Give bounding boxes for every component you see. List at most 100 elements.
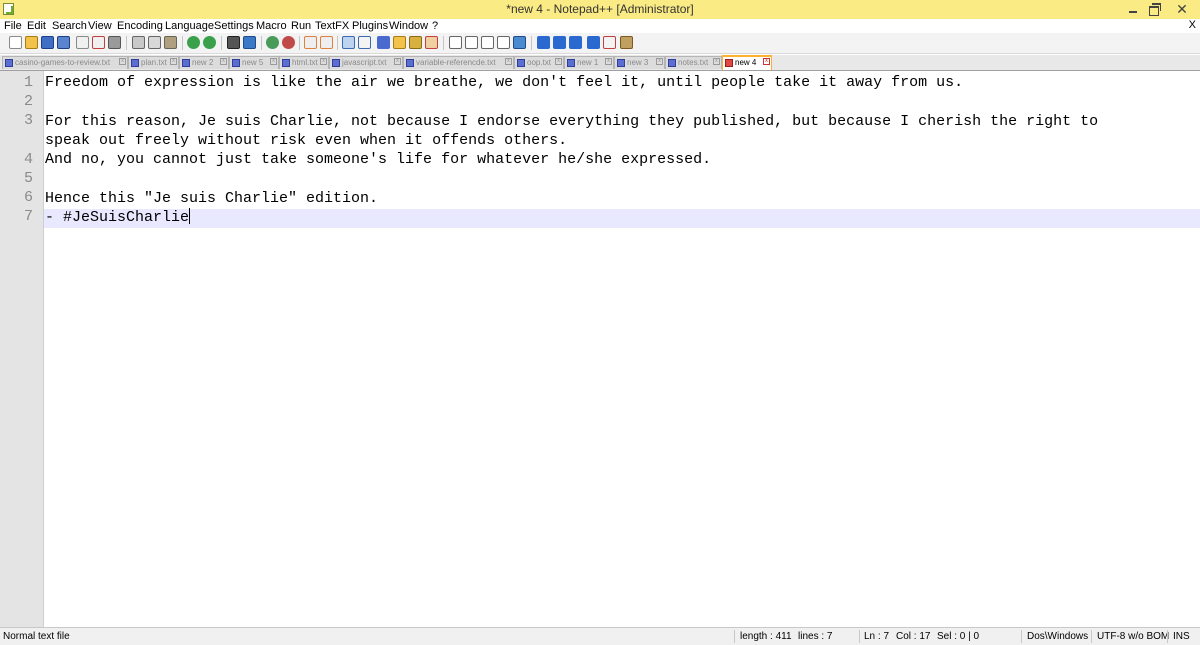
close-icon[interactable] (76, 36, 89, 49)
menu-textfx[interactable]: TextFX (315, 20, 349, 32)
close-tab-icon[interactable]: x (119, 58, 126, 65)
close-window-button[interactable]: ✕ (1170, 2, 1194, 16)
menu-language[interactable]: Language (165, 20, 214, 32)
tab-new-5[interactable]: new 5 x (229, 56, 279, 69)
menu-encoding[interactable]: Encoding (117, 20, 163, 32)
restore-icon[interactable] (1146, 2, 1162, 16)
menu-file[interactable]: File (4, 20, 22, 32)
move-down-icon[interactable] (553, 36, 566, 49)
tab-oop[interactable]: oop.txt x (514, 56, 564, 69)
indent-guide-icon[interactable] (377, 36, 390, 49)
menu-view[interactable]: View (88, 20, 112, 32)
close-all-icon[interactable] (92, 36, 105, 49)
tab-variable-referencde[interactable]: variable-referencde.txt x (403, 56, 514, 69)
title-bar: *new 4 - Notepad++ [Administrator] ✕ (0, 0, 1200, 20)
tab-html[interactable]: html.txt x (279, 56, 329, 69)
close-tab-icon[interactable]: x (763, 58, 770, 65)
function-list-icon[interactable] (425, 36, 438, 49)
tab-javascript[interactable]: javascript.txt x (329, 56, 403, 69)
copy-icon[interactable] (148, 36, 161, 49)
sync-vertical-icon[interactable] (304, 36, 317, 49)
sort-icon[interactable] (569, 36, 582, 49)
move-up-icon[interactable] (537, 36, 550, 49)
print-icon[interactable] (108, 36, 121, 49)
zoom-out-icon[interactable] (282, 36, 295, 49)
tab-new-4[interactable]: new 4 x (722, 55, 772, 70)
menu-run[interactable]: Run (291, 20, 311, 32)
close-tab-icon[interactable]: x (170, 58, 177, 65)
spellcheck-icon[interactable] (603, 36, 616, 49)
document-map-icon[interactable] (409, 36, 422, 49)
status-column: Col : 17 (896, 631, 931, 642)
tab-new-1[interactable]: new 1 x (564, 56, 614, 69)
line-number-gutter[interactable]: 1 2 3 4 5 6 7 (0, 71, 44, 627)
tab-new-2[interactable]: new 2 x (179, 56, 229, 69)
play-multiple-icon[interactable] (497, 36, 510, 49)
undo-icon[interactable] (187, 36, 200, 49)
close-tab-icon[interactable]: x (713, 58, 720, 65)
menu-settings[interactable]: Settings (214, 20, 254, 32)
editor-line: And no, you cannot just take someone's l… (45, 151, 712, 168)
document-icon (5, 59, 13, 67)
zoom-in-icon[interactable] (266, 36, 279, 49)
play-macro-icon[interactable] (481, 36, 494, 49)
close-tab-icon[interactable]: x (220, 58, 227, 65)
line-number: 3 (23, 112, 33, 129)
editor-line: For this reason, Je suis Charlie, not be… (45, 113, 1099, 130)
document-icon (131, 59, 139, 67)
menu-window[interactable]: Window (389, 20, 428, 32)
save-macro-icon[interactable] (513, 36, 526, 49)
editor-line-current: - #JeSuisCharlie (45, 208, 191, 227)
status-separator (859, 630, 860, 643)
status-file-type: Normal text file (3, 631, 70, 642)
sort-descending-icon[interactable] (587, 36, 600, 49)
menu-help[interactable]: ? (432, 20, 438, 32)
line-number: 2 (23, 93, 33, 110)
close-tab-icon[interactable]: x (270, 58, 277, 65)
close-document-button[interactable]: X (1189, 19, 1196, 31)
status-insert-mode[interactable]: INS (1173, 631, 1190, 642)
status-encoding[interactable]: UTF-8 w/o BOM (1097, 631, 1169, 642)
close-tab-icon[interactable]: x (605, 58, 612, 65)
show-all-chars-icon[interactable] (358, 36, 371, 49)
line-number: 4 (23, 151, 33, 168)
close-tab-icon[interactable]: x (656, 58, 663, 65)
folder-as-workspace-icon[interactable] (393, 36, 406, 49)
record-macro-icon[interactable] (449, 36, 462, 49)
menu-edit[interactable]: Edit (27, 20, 46, 32)
close-tab-icon[interactable]: x (555, 58, 562, 65)
unsaved-document-icon (725, 59, 733, 67)
tab-plan[interactable]: plan.txt x (128, 56, 179, 69)
status-eol-format[interactable]: Dos\Windows (1027, 631, 1088, 642)
find-icon[interactable] (227, 36, 240, 49)
open-file-icon[interactable] (25, 36, 38, 49)
status-separator (734, 630, 735, 643)
menu-macro[interactable]: Macro (256, 20, 287, 32)
toolbar-separator (261, 36, 262, 50)
save-icon[interactable] (41, 36, 54, 49)
sync-horizontal-icon[interactable] (320, 36, 333, 49)
minimize-icon[interactable] (1125, 2, 1141, 16)
document-icon (617, 59, 625, 67)
new-file-icon[interactable] (9, 36, 22, 49)
paste-icon[interactable] (164, 36, 177, 49)
cut-icon[interactable] (132, 36, 145, 49)
status-length: length : 411 (740, 631, 792, 642)
menu-plugins[interactable]: Plugins (352, 20, 388, 32)
plugin-icon[interactable] (620, 36, 633, 49)
close-tab-icon[interactable]: x (320, 58, 327, 65)
word-wrap-icon[interactable] (342, 36, 355, 49)
close-tab-icon[interactable]: x (505, 58, 512, 65)
tab-casino-games-to-review[interactable]: casino-games-to-review.txt x (2, 56, 128, 69)
close-tab-icon[interactable]: x (394, 58, 401, 65)
replace-icon[interactable] (243, 36, 256, 49)
redo-icon[interactable] (203, 36, 216, 49)
menu-search[interactable]: Search (52, 20, 87, 32)
tab-new-3[interactable]: new 3 x (614, 56, 665, 69)
line-number: 1 (23, 74, 33, 91)
save-all-icon[interactable] (57, 36, 70, 49)
tab-notes[interactable]: notes.txt x (665, 56, 722, 69)
stop-record-icon[interactable] (465, 36, 478, 49)
text-editor[interactable]: Freedom of expression is like the air we… (44, 71, 1200, 627)
document-icon (282, 59, 290, 67)
